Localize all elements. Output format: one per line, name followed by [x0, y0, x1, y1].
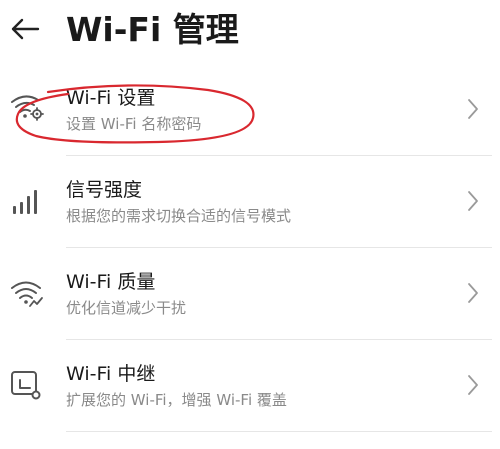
signal-strength-icon [13, 190, 37, 214]
chevron-right-icon [468, 99, 478, 119]
wifi-relay-icon [11, 371, 41, 400]
wifi-settings-icon [11, 95, 44, 121]
wifi-quality-icon [11, 281, 43, 307]
list-item-wifi-quality[interactable]: Wi-Fi 质量 优化信道减少干扰 [0, 248, 500, 340]
settings-list: Wi-Fi 设置 设置 Wi-Fi 名称密码 信号强度 根据您的需求切换合适的信… [0, 64, 500, 432]
back-button[interactable] [8, 12, 42, 46]
row-title: 信号强度 [66, 179, 143, 201]
list-item-wifi-settings[interactable]: Wi-Fi 设置 设置 Wi-Fi 名称密码 [0, 64, 500, 156]
chevron-right-icon [468, 191, 478, 211]
page-title: Wi-Fi 管理 [66, 10, 239, 49]
row-title: Wi-Fi 设置 [66, 87, 156, 109]
list-item-wifi-relay[interactable]: Wi-Fi 中继 扩展您的 Wi-Fi，增强 Wi-Fi 覆盖 [0, 340, 500, 432]
list-item-signal-strength[interactable]: 信号强度 根据您的需求切换合适的信号模式 [0, 156, 500, 248]
arrow-left-icon [11, 18, 40, 40]
app-header: Wi-Fi 管理 [0, 0, 500, 64]
row-subtitle: 扩展您的 Wi-Fi，增强 Wi-Fi 覆盖 [66, 391, 287, 409]
row-subtitle: 根据您的需求切换合适的信号模式 [66, 207, 292, 225]
chevron-right-icon [468, 283, 478, 303]
row-title: Wi-Fi 质量 [66, 271, 156, 293]
divider [66, 431, 492, 432]
row-subtitle: 设置 Wi-Fi 名称密码 [66, 115, 202, 133]
row-title: Wi-Fi 中继 [66, 363, 156, 385]
chevron-right-icon [468, 375, 478, 395]
row-subtitle: 优化信道减少干扰 [66, 299, 187, 317]
